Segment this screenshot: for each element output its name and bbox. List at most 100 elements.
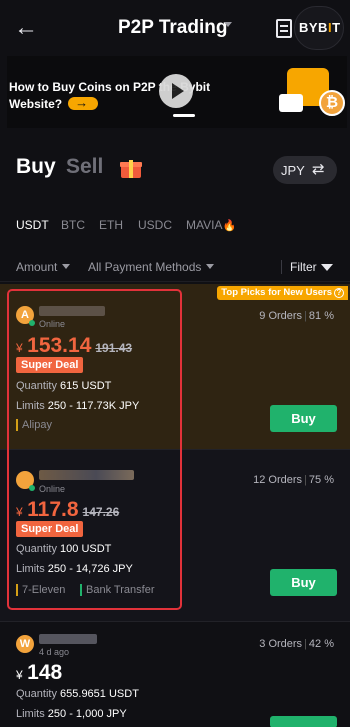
payment-method: 7-Eleven [16,584,65,596]
ad-price: ¥ 153.14 191.43 [16,334,132,358]
limits-value: 250 - 117.73K JPY [47,400,140,412]
buy-button[interactable]: Buy [270,405,337,432]
chevron-down-icon[interactable] [224,22,232,27]
limits-row: Limits 250 - 14,726 JPY [16,563,133,575]
quantity-label: Quantity [16,543,57,555]
super-deal-badge: Super Deal [16,357,84,373]
currency-symbol: ¥ [16,668,23,682]
carousel-indicator [173,114,195,117]
buy-button[interactable]: Buy [270,569,337,596]
play-icon[interactable] [159,74,193,108]
amount-filter[interactable]: Amount [16,260,71,274]
filter-button[interactable]: Filter [290,260,333,274]
logo-suffix: T [332,20,341,35]
price-value: 153.14 [27,334,92,357]
super-deal-badge: Super Deal [16,521,84,537]
quantity-row: Quantity 615 USDT [16,380,111,392]
tab-eth[interactable]: ETH [99,218,123,232]
limits-label: Limits [16,563,45,575]
avatar[interactable]: W [16,635,34,653]
funnel-icon [320,264,333,271]
orders-document-icon[interactable] [276,19,292,38]
tab-usdc[interactable]: USDC [138,218,172,232]
tab-sell[interactable]: Sell [66,155,103,179]
limits-label: Limits [16,400,45,412]
currency-label: JPY [281,163,305,178]
price-value: 117.8 [27,498,79,521]
tab-usdt[interactable]: USDT [16,218,49,232]
limits-row: Limits 250 - 117.73K JPY [16,400,139,412]
promo-banner[interactable]: How to Buy Coins on P2P the Bybit Websit… [7,56,347,128]
currency-symbol: ¥ [16,341,23,355]
quantity-row: Quantity 100 USDT [16,543,111,555]
payment-filter-label: All Payment Methods [88,260,202,274]
ad-price: ¥ 148 [16,661,62,685]
merchant-name[interactable] [39,634,97,644]
completion-rate: 81 % [308,310,334,322]
chevron-down-icon [206,264,215,269]
quantity-value: 100 USDT [60,543,112,555]
fire-icon: 🔥 [222,220,237,232]
swap-icon[interactable]: ⇄ [312,160,325,178]
limits-label: Limits [16,708,45,720]
quantity-row: Quantity 655.9651 USDT [16,688,139,700]
buy-button-partial[interactable] [270,716,337,727]
back-arrow-icon[interactable]: ← [14,16,40,42]
payment-method-filter[interactable]: All Payment Methods [88,260,215,274]
quantity-label: Quantity [16,380,57,392]
limits-value: 250 - 14,726 JPY [47,563,133,575]
online-status-dot [29,320,35,326]
merchant-status: Online [39,484,66,494]
price-value: 148 [27,661,63,684]
stats-separator: | [304,638,307,650]
top-picks-label: Top Picks for New Users [221,287,332,298]
order-count: 9 Orders [259,310,303,322]
limits-row: Limits 250 - 1,000 JPY [16,708,127,720]
coin-tabs: USDT BTC ETH USDC MAVIA🔥 [16,218,346,234]
order-stats: 12 Orders | 75 % [253,474,334,486]
merchant-name[interactable] [39,306,105,316]
bitcoin-coin-icon: ₿ [319,90,345,116]
order-count: 12 Orders [253,474,303,486]
payment-method: Bank Transfer [80,584,154,596]
quantity-value: 615 USDT [60,380,112,392]
top-picks-badge[interactable]: Top Picks for New Users? [217,286,348,300]
payment-method: Alipay [16,419,52,431]
stats-separator: | [304,310,307,322]
bybit-logo: BYBIT [299,20,341,35]
order-stats: 3 Orders | 42 % [259,638,334,650]
ad-card[interactable]: W 4 d ago 3 Orders | 42 % ¥ 148 Quantity 6… [0,621,350,727]
gift-icon[interactable] [120,158,142,178]
filter-label: Filter [290,260,317,274]
tab-btc[interactable]: BTC [61,218,85,232]
order-stats: 9 Orders | 81 % [259,310,334,322]
merchant-status: 4 d ago [39,647,70,657]
tab-mavia-label: MAVIA [186,218,223,232]
completion-rate: 75 % [308,474,334,486]
ad-price: ¥ 117.8 147.26 [16,498,119,522]
tab-mavia[interactable]: MAVIA🔥 [186,218,236,232]
limits-value: 250 - 1,000 JPY [47,708,127,720]
wallet-illustration [279,94,303,112]
currency-symbol: ¥ [16,505,23,519]
merchant-status: Online [39,319,66,329]
online-status-dot [29,485,35,491]
completion-rate: 42 % [308,638,334,650]
logo-prefix: BYB [299,20,328,35]
top-bar: ← P2P Trading BYBIT [0,0,350,56]
ad-card[interactable]: Online 12 Orders | 75 % ¥ 117.8 147.26 Supe… [0,449,350,621]
stats-separator: | [304,474,307,486]
chevron-down-icon [62,264,71,269]
quantity-label: Quantity [16,688,57,700]
order-count: 3 Orders [259,638,303,650]
ad-card[interactable]: Top Picks for New Users? A Online 9 Orde… [0,284,350,449]
page-title[interactable]: P2P Trading [118,17,227,39]
tab-buy[interactable]: Buy [16,155,56,179]
merchant-name[interactable] [39,470,134,480]
arrow-right-icon[interactable] [68,94,99,111]
quantity-value: 655.9651 USDT [60,688,139,700]
filter-bar: Amount All Payment Methods Filter [0,252,350,282]
amount-filter-label: Amount [16,260,58,274]
gift-ribbon [129,160,133,178]
question-icon: ? [334,288,344,298]
